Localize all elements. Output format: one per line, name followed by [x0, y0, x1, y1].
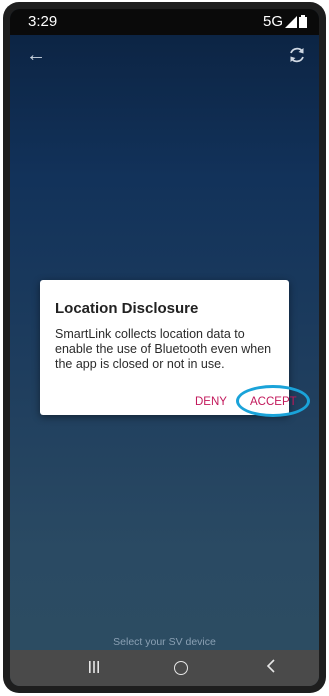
deny-button[interactable]: DENY	[195, 396, 227, 408]
battery-icon	[299, 15, 307, 28]
arrow-left-icon[interactable]: ←	[26, 45, 46, 65]
back-icon[interactable]	[265, 658, 277, 674]
system-nav-bar	[10, 650, 319, 686]
dialog-message: SmartLink collects location data to enab…	[55, 327, 272, 371]
clock: 3:29	[28, 13, 58, 30]
phone-frame: 3:29 5G ← Location Disclosure SmartLink …	[3, 2, 326, 693]
app-screen: 3:29 5G ← Location Disclosure SmartLink …	[10, 9, 319, 686]
network-type: 5G	[262, 13, 283, 30]
select-device-hint: Select your SV device	[113, 636, 216, 648]
network-status: 5G	[263, 13, 307, 30]
location-disclosure-dialog: Location Disclosure SmartLink collects l…	[40, 280, 310, 417]
refresh-icon[interactable]	[287, 45, 307, 65]
accept-button[interactable]: ACCEPT	[250, 396, 297, 408]
status-bar: 3:29 5G	[10, 9, 319, 35]
signal-icon	[285, 15, 297, 28]
top-bar: ←	[10, 35, 319, 79]
dialog-title: Location Disclosure	[55, 300, 199, 317]
recent-apps-icon[interactable]	[88, 660, 100, 674]
home-icon[interactable]	[174, 661, 188, 675]
